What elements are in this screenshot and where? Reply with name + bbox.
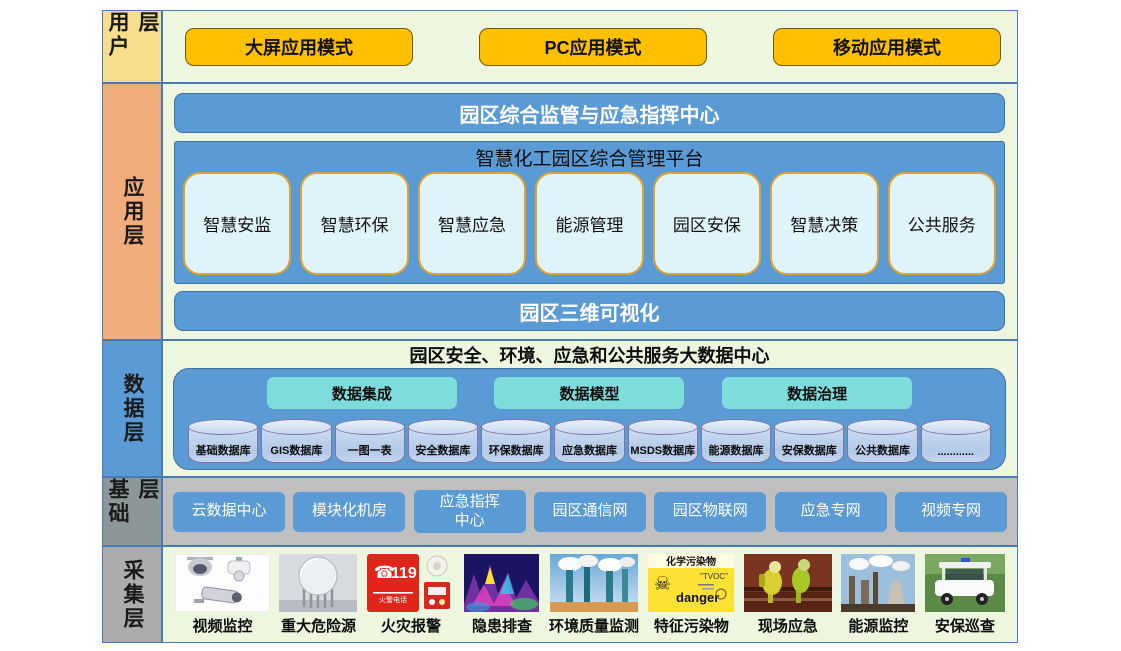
layer-label-collection-text: 采集层 <box>117 559 147 631</box>
hazmat-responders-photo <box>744 554 832 612</box>
module-energy-management: 能源管理 <box>535 172 643 275</box>
security-patrol-cart-photo <box>925 554 1005 612</box>
3d-visualization-bar: 园区三维可视化 <box>174 291 1005 331</box>
module-smart-environment: 智慧环保 <box>300 172 408 275</box>
hazard-source-photo <box>279 554 357 612</box>
pc-mode-button: PC应用模式 <box>479 28 707 66</box>
infra-park-communication-network: 园区通信网 <box>534 492 646 532</box>
chemical-pollutant-danger-photo: 化学污染物 ☠ danger "TVOC" <box>648 554 734 612</box>
collect-label: 能源监控 <box>848 615 908 636</box>
data-functions: 数据集成 数据模型 数据治理 <box>188 377 991 409</box>
svg-text:火警电话: 火警电话 <box>379 595 407 604</box>
data-center-container: 数据集成 数据模型 数据治理 基础数据库 GIS数据库 一图一表 安全数据库 环… <box>173 368 1006 470</box>
infra-emergency-command-center: 应急指挥 中心 <box>414 490 526 534</box>
layer-row-infrastructure: 基础层 云数据中心 模块化机房 应急指挥 中心 园区通信网 园区物联网 应急专网… <box>103 478 1017 547</box>
layer-row-application: 应用层 园区综合监管与应急指挥中心 智慧化工园区综合管理平台 智慧安监 智慧环保… <box>103 84 1017 341</box>
database-public: 公共数据库 <box>847 419 917 463</box>
infra-cloud-data-center: 云数据中心 <box>173 492 285 532</box>
database-gis: GIS数据库 <box>261 419 331 463</box>
database-safety: 安全数据库 <box>408 419 478 463</box>
collect-label: 隐患排查 <box>472 615 532 636</box>
layer-row-data: 数据层 园区安全、环境、应急和公共服务大数据中心 数据集成 数据模型 数据治理 … <box>103 341 1017 478</box>
layer-label-data: 数据层 <box>103 341 163 476</box>
big-screen-mode-button: 大屏应用模式 <box>185 28 413 66</box>
database-security: 安保数据库 <box>774 419 844 463</box>
hidden-danger-heatmap-photo <box>464 554 539 612</box>
air-quality-photo <box>550 554 638 612</box>
database-one-map: 一图一表 <box>335 419 405 463</box>
database-msds: MSDS数据库 <box>628 419 698 463</box>
database-emergency: 应急数据库 <box>554 419 624 463</box>
platform-title: 智慧化工园区综合管理平台 <box>183 143 996 172</box>
collect-label: 环境质量监测 <box>549 615 639 636</box>
collect-label: 重大危险源 <box>281 615 356 636</box>
infra-video-private-network: 视频专网 <box>895 492 1007 532</box>
user-layer-content: 大屏应用模式 PC应用模式 移动应用模式 <box>163 11 1017 82</box>
collect-item-environment: 环境质量监测 <box>549 554 639 636</box>
layer-label-user-text: 用户层 <box>102 11 162 82</box>
data-governance-box: 数据治理 <box>722 377 912 409</box>
module-smart-safety: 智慧安监 <box>183 172 291 275</box>
collection-layer-content: 视频监控 重大危险源 ☎ 119 火警电话 <box>163 547 1017 642</box>
collect-item-patrol: 安保巡查 <box>925 554 1005 636</box>
layer-label-infrastructure: 基础层 <box>103 478 163 545</box>
collect-item-fire: ☎ 119 火警电话 火灾报警 <box>367 554 455 636</box>
data-model-box: 数据模型 <box>494 377 684 409</box>
svg-text:化学污染物: 化学污染物 <box>666 555 716 568</box>
module-park-security: 园区安保 <box>653 172 761 275</box>
collect-label: 现场应急 <box>758 615 818 636</box>
database-more: ............ <box>921 419 991 463</box>
big-data-center-title: 园区安全、环境、应急和公共服务大数据中心 <box>173 342 1006 368</box>
management-platform-container: 智慧化工园区综合管理平台 智慧安监 智慧环保 智慧应急 能源管理 园区安保 智慧… <box>174 141 1005 284</box>
skull-icon: ☠ <box>654 574 671 595</box>
layer-row-user: 用户层 大屏应用模式 PC应用模式 移动应用模式 <box>103 11 1017 84</box>
layer-row-collection: 采集层 视频监控 <box>103 547 1017 642</box>
collect-item-video: 视频监控 <box>175 554 270 636</box>
svg-text:"TVOC": "TVOC" <box>700 572 728 581</box>
layer-label-user: 用户层 <box>103 11 163 82</box>
infra-emergency-private-network: 应急专网 <box>775 492 887 532</box>
platform-modules: 智慧安监 智慧环保 智慧应急 能源管理 园区安保 智慧决策 公共服务 <box>183 172 996 275</box>
layer-label-application-text: 应用层 <box>117 176 147 248</box>
module-smart-decision: 智慧决策 <box>770 172 878 275</box>
layer-label-collection: 采集层 <box>103 547 163 642</box>
collect-label: 火灾报警 <box>381 615 441 636</box>
mobile-mode-button: 移动应用模式 <box>773 28 1001 66</box>
collect-item-energy: 能源监控 <box>841 554 915 636</box>
layer-label-infrastructure-text: 基础层 <box>102 478 162 545</box>
database-basic: 基础数据库 <box>188 419 258 463</box>
module-public-service: 公共服务 <box>888 172 996 275</box>
collect-label: 视频监控 <box>192 615 252 636</box>
collect-label: 特征污染物 <box>654 615 729 636</box>
svg-text:119: 119 <box>391 565 417 582</box>
data-integration-box: 数据集成 <box>267 377 457 409</box>
module-smart-emergency: 智慧应急 <box>418 172 526 275</box>
video-surveillance-photo <box>175 554 270 612</box>
command-center-bar: 园区综合监管与应急指挥中心 <box>174 93 1005 133</box>
energy-plant-photo <box>841 554 915 612</box>
database-cylinders: 基础数据库 GIS数据库 一图一表 安全数据库 环保数据库 应急数据库 MSDS… <box>188 416 991 463</box>
fire-alarm-photo: ☎ 119 火警电话 <box>367 554 455 612</box>
infra-park-iot-network: 园区物联网 <box>654 492 766 532</box>
collect-label: 安保巡查 <box>935 615 995 636</box>
layer-label-application: 应用层 <box>103 84 163 339</box>
infrastructure-layer-content: 云数据中心 模块化机房 应急指挥 中心 园区通信网 园区物联网 应急专网 视频专… <box>163 478 1017 545</box>
collect-item-hazard: 重大危险源 <box>279 554 357 636</box>
data-layer-content: 园区安全、环境、应急和公共服务大数据中心 数据集成 数据模型 数据治理 基础数据… <box>163 341 1017 476</box>
collect-item-inspection: 隐患排查 <box>464 554 539 636</box>
application-layer-content: 园区综合监管与应急指挥中心 智慧化工园区综合管理平台 智慧安监 智慧环保 智慧应… <box>163 84 1017 339</box>
database-environment: 环保数据库 <box>481 419 551 463</box>
layer-label-data-text: 数据层 <box>117 373 147 445</box>
architecture-diagram: 用户层 大屏应用模式 PC应用模式 移动应用模式 应用层 园区综合监管与应急指挥… <box>102 10 1018 643</box>
database-energy: 能源数据库 <box>701 419 771 463</box>
infra-modular-machine-room: 模块化机房 <box>293 492 405 532</box>
svg-text:danger: danger <box>676 590 719 605</box>
collect-item-pollutant: 化学污染物 ☠ danger "TVOC" 特征污染物 <box>648 554 734 636</box>
collect-item-onsite: 现场应急 <box>744 554 832 636</box>
